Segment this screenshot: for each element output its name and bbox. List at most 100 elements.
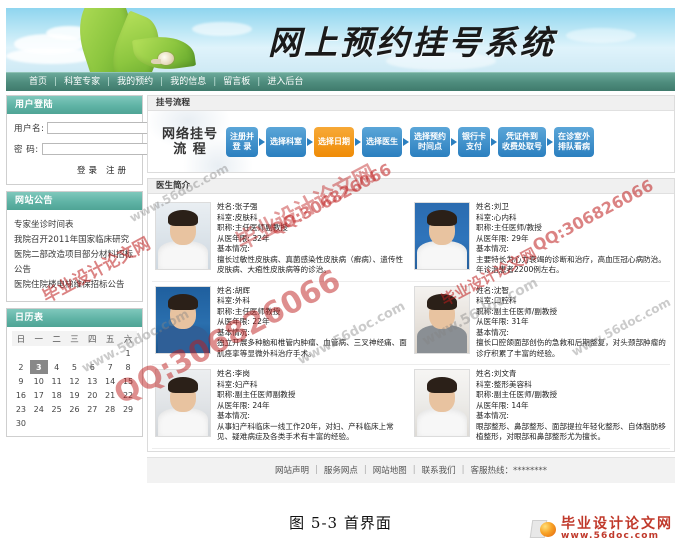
calendar-day-cell[interactable]: 7 [101,360,119,374]
footer-link-service-points[interactable]: 服务网点 [318,464,364,476]
calendar-day-cell[interactable]: 5 [66,360,84,374]
flow-step-1[interactable]: 注册并登 录 [226,126,258,157]
calendar-empty-cell [66,346,84,360]
flow-step-2[interactable]: 选择科室 [266,126,306,157]
calendar-table: 日 一 二 三 四 五 六 1 2 3 4 5 6 7 8 9 10 11 12 13 14 15 16 17 1… [12,331,137,430]
calendar-day-cell[interactable]: 17 [30,388,48,402]
calendar-day-cell[interactable]: 20 [83,388,101,402]
flow-step-label: 登 录 [232,141,252,151]
nav-item-my-info[interactable]: 我的信息 [163,73,213,92]
doctor-description: 独立开展多种脑和椎管内肿瘤、血管病、三叉神经痛、面肌痉挛等显微外科治疗手术。 [217,338,407,358]
calendar-day-cell[interactable]: 11 [48,374,66,388]
doctor-info: 姓名:刘卫 科室:心内科 职称:主任医师/教授 从医年限: 29年 基本情况: 主要特长为… [476,202,667,276]
calendar-day-cell[interactable]: 2 [12,360,30,374]
calendar-day-cell[interactable]: 16 [12,388,30,402]
doctor-dept: 科室:心内科 [476,212,517,222]
nav-item-message-board[interactable]: 留言板 [216,73,257,92]
calendar-day-cell[interactable]: 14 [101,374,119,388]
footer-link-sitemap[interactable]: 网站地图 [367,464,413,476]
doctor-photo [414,369,470,437]
calendar-day-cell[interactable]: 4 [48,360,66,374]
calendar-day-cell[interactable]: 30 [12,416,30,430]
list-item[interactable]: 专家坐诊时间表 [14,218,135,233]
calendar-day-cell[interactable]: 26 [66,402,84,416]
cloud-decor [192,22,252,36]
doctor-card[interactable]: 姓名:刘文青 科室:整形美容科 职称:副主任医师/副教授 从医年限: 14年 基本情况:… [411,365,670,449]
doctor-description: 擅长口腔颌面部创伤的急救和后期整复，对头颈部肿瘤的诊疗积累了丰富的经验。 [476,338,666,358]
calendar-day-cell[interactable]: 29 [119,402,137,416]
calendar-day-cell[interactable]: 1 [119,346,137,360]
flow-step-3[interactable]: 选择日期 [314,126,354,157]
calendar-day-cell[interactable]: 9 [12,374,30,388]
doctor-years: 从医年限: 31年 [476,317,529,326]
calendar-weekday-row: 日 一 二 三 四 五 六 [12,331,137,346]
calendar-day-cell[interactable]: 13 [83,374,101,388]
doctor-name: 姓名:刘卫 [476,202,509,211]
list-item[interactable]: 医院二部改造项目部分材料招标公告 [14,248,135,278]
calendar-day-cell[interactable]: 24 [30,402,48,416]
calendar-empty-cell [83,416,101,430]
flow-step-7[interactable]: 凭证件到 收费处取号 [498,126,546,157]
calendar-day-cell[interactable]: 23 [12,402,30,416]
login-button[interactable]: 登录 [77,164,100,176]
list-item[interactable]: 医院住院楼电梯维保招标公告 [14,278,135,293]
doctor-photo-hair [427,377,457,393]
flow-arrow-icon [307,137,313,146]
weekday-tue: 二 [47,331,66,346]
calendar-day-cell[interactable]: 21 [101,388,119,402]
calendar-empty-cell [101,416,119,430]
calendar-week-row: 16 17 18 19 20 21 22 [12,388,137,402]
doctor-name: 姓名:张子强 [217,202,258,211]
nav-item-admin[interactable]: 进入后台 [260,73,310,92]
doctor-name: 姓名:李岗 [217,369,250,378]
flow-step-5[interactable]: 选择预约 时间点 [410,126,450,157]
calendar-day-cell[interactable]: 15 [119,374,137,388]
flow-step-8[interactable]: 在诊室外 排队看病 [554,126,594,157]
doctor-photo-hair [427,210,457,226]
calendar-empty-cell [48,416,66,430]
doctor-photo [155,369,211,437]
list-item[interactable]: 我院召开2011年国家临床研究 [14,233,135,248]
nav-item-home[interactable]: 首页 [22,73,54,92]
footer-link-contact[interactable]: 联系我们 [416,464,462,476]
flow-step-label: 选择科室 [270,136,302,146]
doctor-name: 姓名:胡辉 [217,285,250,295]
calendar-day-cell[interactable]: 3 [29,360,48,374]
site-banner: 网上预约挂号系统 [6,8,675,72]
calendar-empty-cell [30,346,48,360]
calendar-day-cell[interactable]: 18 [48,388,66,402]
doctor-title: 职称:副主任医师/副教授 [476,306,558,316]
flow-step-4[interactable]: 选择医生 [362,126,402,157]
footer-link-statement[interactable]: 网站声明 [269,464,315,476]
registration-flow-panel: 挂号流程 网络挂号 流 程 注册并登 录选择科室 选择日期 选择医生 选择预约 时间点银… [147,95,675,173]
doctor-panel-title: 医生简介 [148,179,674,194]
register-button[interactable]: 注册 [106,164,129,176]
doctor-card[interactable]: 姓名:李岗 科室:妇产科 职称:副主任医师副教授 从医年限: 24年 基本情况: 从事妇产… [152,365,411,449]
weekday-mon: 一 [29,331,48,346]
weekday-wed: 三 [65,331,84,346]
calendar-day-cell[interactable]: 8 [119,360,137,374]
site-footer: 网站声明 | 服务网点 | 网站地图 | 联系我们 | 客服热线：*******… [147,456,675,483]
doctor-card[interactable]: 姓名:张子强 科室:皮肤科 职称:主任医师副教授 从医年限: 32年 基本情况: 擅长过敏… [152,198,411,282]
main-area: 挂号流程 网络挂号 流 程 注册并登 录选择科室 选择日期 选择医生 选择预约 时间点银… [147,95,675,483]
doctor-card[interactable]: 姓名:沈智 科室:口腔科 职称:副主任医师/副教授 从医年限: 31年 基本情况: 擅长口… [411,282,670,365]
calendar-day-cell[interactable]: 25 [48,402,66,416]
doctor-card[interactable]: 姓名:刘卫 科室:心内科 职称:主任医师/教授 从医年限: 29年 基本情况: 主要特长为… [411,198,670,282]
doctor-card[interactable]: 姓名:胡辉 科室:外科 职称:主任医师教授 从医年限: 22年 基本情况: 独立开展多种脑… [152,282,411,365]
calendar-day-cell[interactable]: 22 [119,388,137,402]
calendar-empty-cell [12,346,30,360]
flow-step-label: 选择日期 [318,136,350,146]
nav-item-departments[interactable]: 科室专家 [57,73,107,92]
calendar-day-cell[interactable]: 27 [83,402,101,416]
nav-item-my-appointments[interactable]: 我的预约 [110,73,160,92]
doctor-title: 职称:副主任医师副教授 [217,390,296,399]
calendar-day-cell[interactable]: 28 [101,402,119,416]
flow-step-6[interactable]: 银行卡 支付 [458,126,490,157]
flow-heading: 网络挂号 流 程 [154,127,226,157]
logo-url: www.56doc.com [561,531,660,541]
calendar-day-cell[interactable]: 6 [83,360,101,374]
calendar-day-cell[interactable]: 12 [66,374,84,388]
calendar-day-cell[interactable]: 19 [66,388,84,402]
doctor-photo [414,202,470,270]
calendar-day-cell[interactable]: 10 [30,374,48,388]
